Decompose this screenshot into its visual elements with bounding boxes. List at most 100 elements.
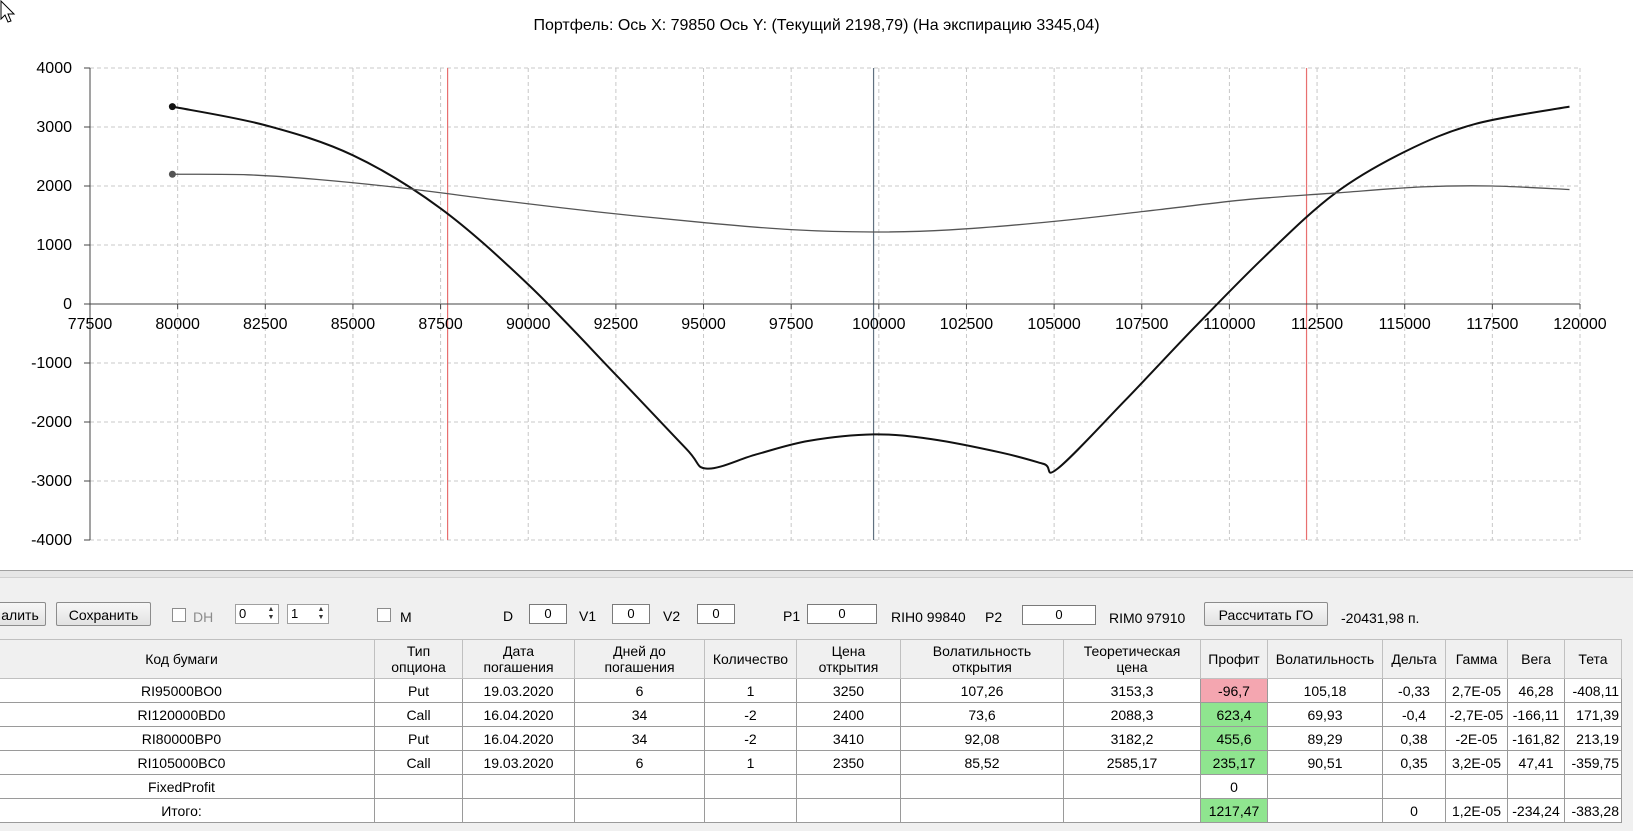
table-cell[interactable]: RI80000BP0 xyxy=(0,726,375,751)
dh-checkbox[interactable] xyxy=(172,608,186,622)
table-cell[interactable] xyxy=(374,798,463,823)
table-cell[interactable]: 235,17 xyxy=(1200,750,1268,775)
table-cell[interactable]: -166,11 xyxy=(1507,702,1565,727)
column-header[interactable]: Тета xyxy=(1564,639,1622,679)
table-cell[interactable]: 16.04.2020 xyxy=(462,702,575,727)
table-cell[interactable]: 3250 xyxy=(796,678,901,703)
table-cell[interactable]: 85,52 xyxy=(900,750,1064,775)
table-row[interactable]: RI120000BD0 Call 16.04.2020 34 -2 2400 73,6 208… xyxy=(0,702,1622,727)
table-cell[interactable]: -408,11 xyxy=(1564,678,1622,703)
table-cell[interactable]: 47,41 xyxy=(1507,750,1565,775)
table-cell[interactable]: -2,7E-05 xyxy=(1445,702,1508,727)
table-cell[interactable]: 2350 xyxy=(796,750,901,775)
table-cell[interactable]: -359,75 xyxy=(1564,750,1622,775)
table-cell[interactable]: 0,35 xyxy=(1382,750,1446,775)
table-cell[interactable]: FixedProfit xyxy=(0,774,375,799)
table-cell[interactable]: 1 xyxy=(704,678,797,703)
column-header[interactable]: Количество xyxy=(704,639,797,679)
table-cell[interactable]: Put xyxy=(374,678,463,703)
table-cell[interactable] xyxy=(704,798,797,823)
table-cell[interactable] xyxy=(796,774,901,799)
d-field[interactable]: 0 xyxy=(529,604,567,624)
table-cell[interactable] xyxy=(796,798,901,823)
table-cell[interactable]: 19.03.2020 xyxy=(462,750,575,775)
table-cell[interactable]: -0,4 xyxy=(1382,702,1446,727)
table-cell[interactable]: 2,7E-05 xyxy=(1445,678,1508,703)
m-checkbox[interactable] xyxy=(377,608,391,622)
v1-field[interactable]: 0 xyxy=(612,604,650,624)
table-cell[interactable]: Call xyxy=(374,702,463,727)
column-header[interactable]: Волатильность xyxy=(1267,639,1383,679)
table-cell[interactable]: 455,6 xyxy=(1200,726,1268,751)
column-header[interactable]: Теоретическая цена xyxy=(1063,639,1201,679)
table-row[interactable]: RI95000BO0 Put 19.03.2020 6 1 3250 107,26 3153,… xyxy=(0,678,1622,703)
table-cell[interactable]: -383,28 xyxy=(1564,798,1622,823)
table-cell[interactable] xyxy=(1267,774,1383,799)
table-cell[interactable] xyxy=(1063,798,1201,823)
column-header[interactable]: Цена открытия xyxy=(796,639,901,679)
table-cell[interactable]: 2585,17 xyxy=(1063,750,1201,775)
table-cell[interactable]: 2400 xyxy=(796,702,901,727)
table-cell[interactable]: 3,2E-05 xyxy=(1445,750,1508,775)
column-header[interactable]: Дельта xyxy=(1382,639,1446,679)
table-row[interactable]: Итого: 1217,47 0 1,2E-05 -234,24 -383,28 xyxy=(0,798,1622,823)
table-cell[interactable] xyxy=(462,774,575,799)
table-cell[interactable]: -96,7 xyxy=(1200,678,1268,703)
table-cell[interactable]: 3182,2 xyxy=(1063,726,1201,751)
table-cell[interactable] xyxy=(1564,774,1622,799)
table-cell[interactable]: 171,39 xyxy=(1564,702,1622,727)
table-cell[interactable]: 6 xyxy=(574,678,705,703)
table-cell[interactable]: 1 xyxy=(704,750,797,775)
table-cell[interactable]: -234,24 xyxy=(1507,798,1565,823)
table-cell[interactable]: 34 xyxy=(574,702,705,727)
table-cell[interactable]: 2088,3 xyxy=(1063,702,1201,727)
table-cell[interactable]: -2E-05 xyxy=(1445,726,1508,751)
calculate-go-button[interactable]: Рассчитать ГО xyxy=(1204,602,1328,626)
column-header[interactable]: Профит xyxy=(1200,639,1268,679)
table-cell[interactable]: Итого: xyxy=(0,798,375,823)
positions-table[interactable]: Код бумаги Тип опциона Дата погашения Дней … xyxy=(0,639,1622,823)
column-header[interactable]: Дата погашения xyxy=(462,639,575,679)
table-cell[interactable]: 3410 xyxy=(796,726,901,751)
column-header[interactable]: Тип опциона xyxy=(374,639,463,679)
table-cell[interactable]: 73,6 xyxy=(900,702,1064,727)
table-cell[interactable]: 6 xyxy=(574,750,705,775)
table-cell[interactable] xyxy=(574,798,705,823)
spin-arrows-icon[interactable]: ▲ ▼ xyxy=(265,606,277,622)
spin-arrows-icon[interactable]: ▲ ▼ xyxy=(315,606,327,622)
table-cell[interactable]: 92,08 xyxy=(900,726,1064,751)
table-cell[interactable]: -2 xyxy=(704,726,797,751)
column-header[interactable]: Волатильность открытия xyxy=(900,639,1064,679)
table-cell[interactable]: 90,51 xyxy=(1267,750,1383,775)
table-cell[interactable]: Call xyxy=(374,750,463,775)
save-button[interactable]: Сохранить xyxy=(56,602,151,626)
spin-input-1[interactable]: 0 ▲ ▼ xyxy=(235,604,279,624)
table-cell[interactable] xyxy=(1267,798,1383,823)
table-cell[interactable] xyxy=(900,774,1064,799)
table-cell[interactable] xyxy=(462,798,575,823)
table-cell[interactable]: RI105000BC0 xyxy=(0,750,375,775)
table-cell[interactable]: 107,26 xyxy=(900,678,1064,703)
table-row[interactable]: FixedProfit 0 xyxy=(0,774,1622,799)
column-header[interactable]: Дней до погашения xyxy=(574,639,705,679)
table-cell[interactable]: 16.04.2020 xyxy=(462,726,575,751)
table-cell[interactable]: 1,2E-05 xyxy=(1445,798,1508,823)
table-cell[interactable]: 213,19 xyxy=(1564,726,1622,751)
table-cell[interactable] xyxy=(1445,774,1508,799)
table-cell[interactable] xyxy=(1382,774,1446,799)
table-cell[interactable]: 19.03.2020 xyxy=(462,678,575,703)
p2-field[interactable]: 0 xyxy=(1022,605,1096,625)
table-cell[interactable]: 0 xyxy=(1200,774,1268,799)
v2-field[interactable]: 0 xyxy=(697,604,735,624)
table-cell[interactable]: 105,18 xyxy=(1267,678,1383,703)
table-cell[interactable]: 69,93 xyxy=(1267,702,1383,727)
table-cell[interactable]: 1217,47 xyxy=(1200,798,1268,823)
table-cell[interactable]: -161,82 xyxy=(1507,726,1565,751)
table-cell[interactable] xyxy=(900,798,1064,823)
table-cell[interactable] xyxy=(374,774,463,799)
column-header[interactable]: Вега xyxy=(1507,639,1565,679)
p1-field[interactable]: 0 xyxy=(807,604,877,624)
table-row[interactable]: RI80000BP0 Put 16.04.2020 34 -2 3410 92,08 3182… xyxy=(0,726,1622,751)
column-header[interactable]: Гамма xyxy=(1445,639,1508,679)
column-header[interactable]: Код бумаги xyxy=(0,639,375,679)
